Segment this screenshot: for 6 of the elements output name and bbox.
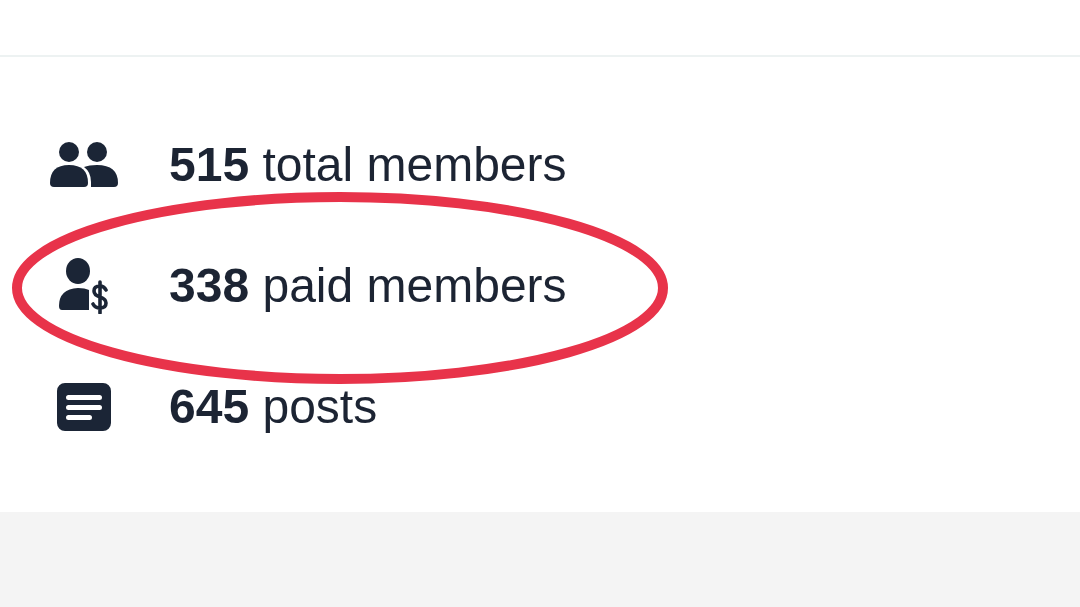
stat-text: 338 paid members <box>169 261 567 310</box>
stat-text: 645 posts <box>169 382 378 431</box>
people-icon <box>50 142 118 187</box>
stat-text: 515 total members <box>169 140 567 189</box>
user-dollar-icon <box>59 257 109 314</box>
text-document-icon <box>57 382 111 431</box>
